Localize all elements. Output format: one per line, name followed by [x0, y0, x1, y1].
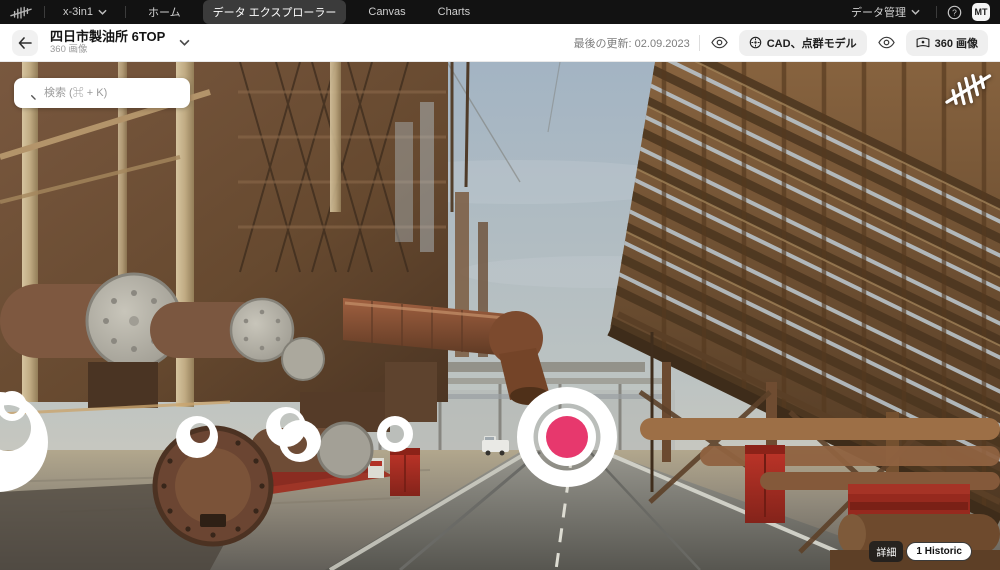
- cad-icon: [749, 36, 761, 49]
- panorama-icon: [916, 36, 930, 47]
- viewer-search[interactable]: [14, 78, 190, 108]
- tab-home[interactable]: ホーム: [138, 0, 191, 24]
- top-nav-bar: x-3in1 ホーム データ エクスプローラー Canvas Charts デー…: [0, 0, 1000, 24]
- workspace-label: x-3in1: [63, 6, 93, 18]
- search-icon: [31, 94, 36, 100]
- back-button[interactable]: [12, 29, 38, 56]
- tab-data-explorer[interactable]: データ エクスプローラー: [202, 0, 347, 24]
- pano-visibility-toggle[interactable]: [876, 34, 897, 51]
- help-circle-icon: ?: [947, 5, 962, 19]
- chevron-down-icon: [98, 9, 107, 15]
- title-block: 四日市製油所 6TOP 360 画像: [50, 28, 166, 56]
- tab-canvas[interactable]: Canvas: [358, 2, 415, 22]
- tab-charts[interactable]: Charts: [428, 2, 480, 22]
- divider: [44, 6, 45, 18]
- chevron-down-icon: [911, 9, 920, 15]
- chevron-down-icon: [179, 39, 190, 46]
- nav-hotspot-current[interactable]: [517, 387, 617, 487]
- top-nav-right: データ管理 ? MT: [845, 1, 990, 23]
- eye-icon: [710, 36, 728, 49]
- data-management-menu[interactable]: データ管理: [845, 1, 926, 23]
- pano-360-button[interactable]: 360 画像: [905, 29, 988, 56]
- compass-icon[interactable]: [942, 66, 994, 110]
- header-actions: 最後の更新: 02.09.2023 CAD、点群モデル 360 画像: [573, 29, 988, 56]
- cad-visibility-toggle[interactable]: [709, 34, 730, 51]
- bottom-right-controls: 詳細 1 Historic: [869, 541, 972, 562]
- workspace-switcher[interactable]: x-3in1: [57, 3, 113, 21]
- brand-logo-icon[interactable]: [10, 5, 32, 19]
- svg-text:?: ?: [952, 7, 957, 17]
- page-subtitle: 360 画像: [50, 43, 88, 55]
- panorama-viewer[interactable]: 詳細 1 Historic: [0, 62, 1000, 570]
- last-update-label: 最後の更新: 02.09.2023: [573, 37, 690, 50]
- eye-icon: [877, 36, 895, 49]
- divider: [936, 6, 937, 18]
- current-position-dot: [546, 416, 588, 458]
- cad-button-label: CAD、点群モデル: [766, 37, 857, 50]
- help-button[interactable]: ?: [947, 5, 962, 20]
- app-root: x-3in1 ホーム データ エクスプローラー Canvas Charts デー…: [0, 0, 1000, 570]
- divider: [124, 6, 126, 18]
- search-input[interactable]: [42, 86, 181, 100]
- cad-pointcloud-button[interactable]: CAD、点群モデル: [738, 29, 867, 56]
- pano-button-label: 360 画像: [934, 37, 978, 50]
- divider: [698, 34, 700, 51]
- arrow-left-icon: [18, 36, 32, 49]
- data-management-label: データ管理: [851, 7, 906, 19]
- top-nav-left: x-3in1 ホーム データ エクスプローラー Canvas Charts: [10, 0, 845, 24]
- page-header: 四日市製油所 6TOP 360 画像 最後の更新: 02.09.2023 CAD…: [0, 24, 1000, 62]
- user-avatar[interactable]: MT: [972, 3, 990, 21]
- title-dropdown[interactable]: [179, 39, 190, 46]
- details-button[interactable]: 詳細: [869, 541, 904, 562]
- historic-badge[interactable]: 1 Historic: [906, 542, 972, 561]
- panorama-scene[interactable]: [0, 62, 1000, 570]
- page-title: 四日市製油所 6TOP: [50, 28, 166, 44]
